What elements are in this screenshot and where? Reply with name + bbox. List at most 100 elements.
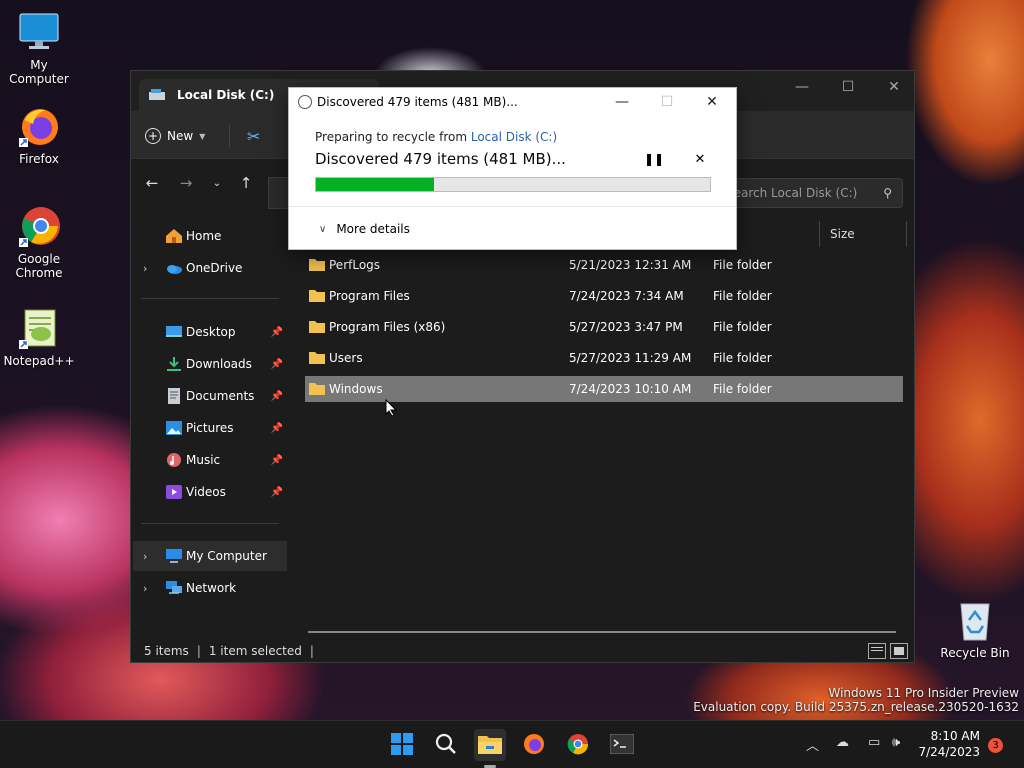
dialog-divider	[289, 206, 736, 207]
table-row[interactable]: Users 5/27/2023 11:29 AM File folder	[305, 345, 903, 371]
table-row[interactable]: PerfLogs 5/21/2023 12:31 AM File folder	[305, 252, 903, 278]
folder-icon	[309, 320, 325, 333]
file-name: Program Files	[329, 289, 410, 303]
table-row[interactable]: Program Files 7/24/2023 7:34 AM File fol…	[305, 283, 903, 309]
taskbar-clock[interactable]: 8:10 AM 7/24/2023	[908, 728, 980, 760]
pin-icon: 📌	[270, 454, 283, 466]
folder-icon	[478, 734, 502, 757]
network-icon[interactable]: ▭	[868, 735, 880, 750]
sidebar-item-videos[interactable]: Videos 📌	[133, 477, 287, 507]
start-button[interactable]	[386, 729, 418, 761]
source-location-link[interactable]: Local Disk (C:)	[471, 130, 557, 144]
monitor-icon	[165, 548, 183, 564]
recent-locations-button[interactable]: ⌄	[205, 171, 229, 195]
chevron-down-icon: ∨	[319, 223, 327, 235]
notepadpp-icon	[17, 306, 61, 350]
sidebar-item-downloads[interactable]: Downloads 📌	[133, 349, 287, 379]
maximize-button[interactable]: ☐	[825, 71, 871, 103]
volume-icon[interactable]: 🕪	[892, 735, 900, 750]
sidebar-item-music[interactable]: Music 📌	[133, 445, 287, 475]
file-type: File folder	[713, 320, 772, 334]
sidebar-divider	[141, 523, 279, 524]
toolbar-divider	[229, 125, 230, 147]
tiles-view-button[interactable]	[890, 643, 908, 659]
pause-button[interactable]: ❚❚	[643, 150, 665, 168]
file-date: 7/24/2023 10:10 AM	[569, 382, 692, 396]
column-size-label: Size	[830, 227, 855, 241]
details-view-button[interactable]	[868, 643, 886, 659]
new-button-label: New	[167, 129, 194, 143]
dialog-minimize-button[interactable]: —	[600, 88, 644, 116]
sidebar-item-onedrive[interactable]: › OneDrive	[133, 253, 287, 283]
sidebar-item-label: My Computer	[186, 549, 267, 563]
notification-badge[interactable]: 3	[988, 738, 1003, 753]
address-bar[interactable]	[268, 177, 288, 209]
desktop-icon-firefox[interactable]: Firefox	[0, 104, 78, 166]
search-icon: ⚲	[883, 186, 892, 200]
sidebar-item-home[interactable]: Home	[133, 221, 287, 251]
minimize-icon: —	[615, 94, 629, 110]
minimize-button[interactable]: —	[779, 71, 825, 103]
taskbar-chrome[interactable]	[562, 729, 594, 761]
search-input[interactable]: Search Local Disk (C:) ⚲	[711, 178, 903, 208]
desktop-icon-chrome[interactable]: Google Chrome	[0, 204, 78, 280]
folder-icon	[309, 351, 325, 364]
taskbar-terminal[interactable]	[606, 729, 638, 761]
desktop-icon-label: Notepad++	[3, 354, 75, 368]
progress-bar	[315, 177, 711, 192]
new-button[interactable]: + New ▼	[145, 123, 205, 149]
status-item-count: 5 items	[144, 644, 189, 658]
chevron-right-icon: ›	[143, 581, 148, 595]
cancel-operation-button[interactable]: ✕	[691, 150, 709, 168]
desktop-icon-label: My Computer	[9, 58, 69, 86]
dialog-close-button[interactable]: ✕	[690, 88, 734, 116]
pin-icon: 📌	[270, 390, 283, 402]
pause-icon: ❚❚	[643, 152, 665, 166]
taskbar-file-explorer[interactable]	[474, 729, 506, 761]
file-name: Users	[329, 351, 363, 365]
column-header-size[interactable]: Size	[819, 221, 907, 247]
taskbar-firefox[interactable]	[518, 729, 550, 761]
close-window-button[interactable]: ✕	[871, 71, 917, 103]
sidebar-item-network[interactable]: › Network	[133, 573, 287, 603]
more-details-button[interactable]: ∨ More details	[319, 222, 410, 236]
show-hidden-icons-button[interactable]: ︿	[806, 735, 819, 754]
recycle-progress-dialog: Discovered 479 items (481 MB)... — ☐ ✕ P…	[288, 87, 737, 250]
file-date: 7/24/2023 7:34 AM	[569, 289, 684, 303]
status-separator: |	[196, 644, 201, 658]
firefox-icon	[523, 733, 545, 758]
firefox-icon	[17, 104, 61, 148]
sidebar-item-documents[interactable]: Documents 📌	[133, 381, 287, 411]
chrome-icon	[17, 204, 61, 248]
sidebar-item-my-computer[interactable]: › My Computer	[133, 541, 287, 571]
plus-circle-icon: +	[145, 128, 161, 144]
status-bar: 5 items | 1 item selected |	[131, 639, 914, 663]
folder-icon	[309, 289, 325, 302]
horizontal-scrollbar[interactable]	[308, 631, 896, 633]
desktop-icon-notepadpp[interactable]: Notepad++	[0, 306, 78, 368]
drive-icon	[149, 89, 165, 101]
search-button[interactable]	[430, 729, 462, 761]
sidebar-item-desktop[interactable]: Desktop 📌	[133, 317, 287, 347]
cut-button[interactable]: ✂	[247, 127, 260, 146]
chevron-down-icon: ▼	[199, 131, 206, 141]
sidebar-item-pictures[interactable]: Pictures 📌	[133, 413, 287, 443]
desktop-icon-my-computer[interactable]: My Computer	[0, 10, 78, 86]
file-name: PerfLogs	[329, 258, 381, 272]
sidebar-item-label: Documents	[186, 389, 255, 403]
forward-button[interactable]: →	[174, 171, 198, 195]
close-icon: ✕	[694, 151, 706, 167]
download-icon	[165, 356, 183, 372]
dialog-subtitle: Preparing to recycle from Local Disk (C:…	[315, 130, 557, 144]
video-icon	[165, 484, 183, 500]
back-button[interactable]: ←	[140, 171, 164, 195]
taskbar: ︿ ☁ ▭ 🕪 8:10 AM 7/24/2023 3	[0, 720, 1024, 768]
up-button[interactable]: ↑	[234, 171, 258, 195]
watermark-line-1: Windows 11 Pro Insider Preview	[828, 686, 1019, 700]
table-row[interactable]: Program Files (x86) 5/27/2023 3:47 PM Fi…	[305, 314, 903, 340]
desktop-icon-recycle-bin[interactable]: Recycle Bin	[936, 598, 1014, 660]
chevron-up-icon: ︿	[806, 739, 820, 754]
maximize-icon: ☐	[841, 79, 855, 95]
onedrive-offline-icon[interactable]: ☁	[836, 735, 849, 750]
mouse-cursor-icon	[385, 398, 398, 417]
